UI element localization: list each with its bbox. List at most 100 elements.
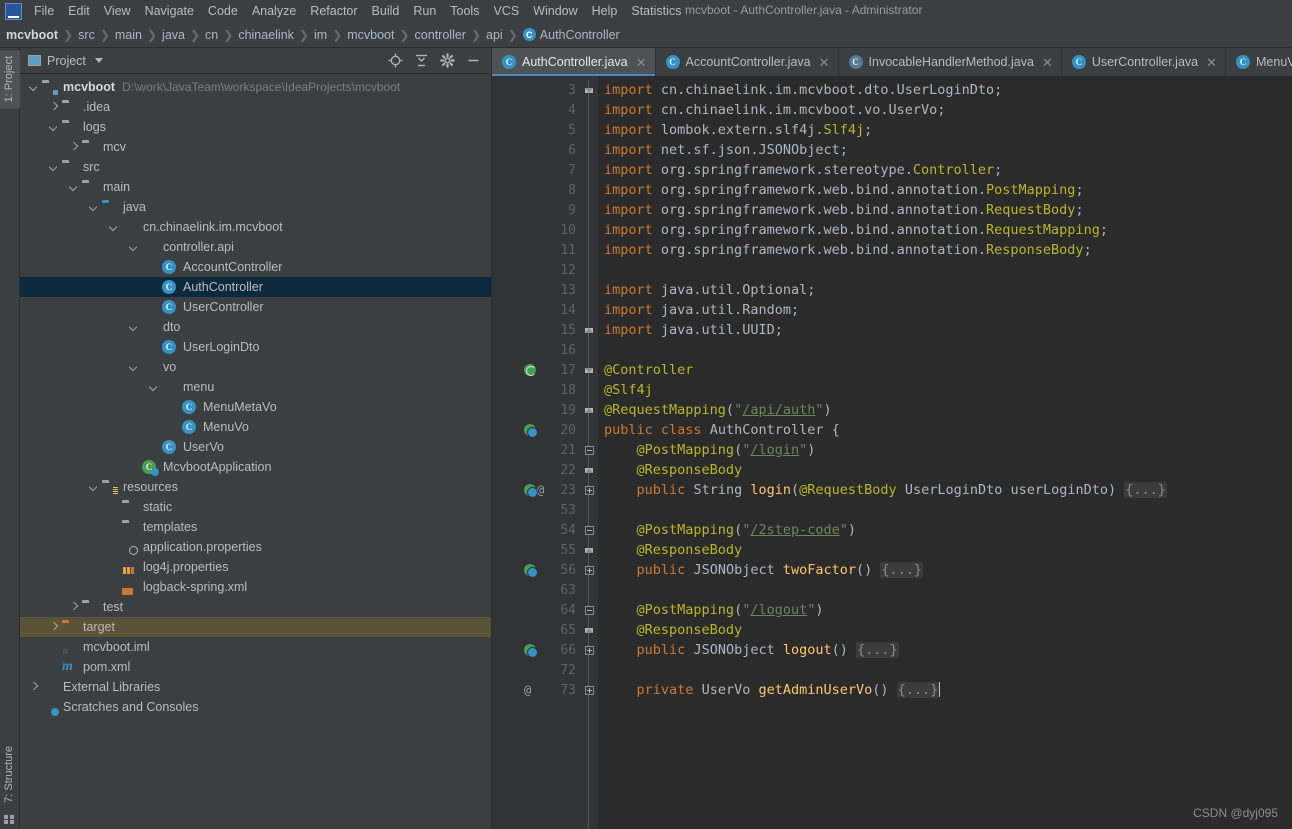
code-line[interactable]: @ResponseBody — [598, 460, 1292, 480]
annotation-gutter-icon[interactable]: @ — [537, 483, 544, 497]
tree-node[interactable]: mpom.xml — [20, 657, 491, 677]
menu-item-analyze[interactable]: Analyze — [245, 2, 303, 20]
tree-node[interactable]: External Libraries — [20, 677, 491, 697]
tree-node[interactable]: .idea — [20, 97, 491, 117]
project-panel-title-group[interactable]: Project — [28, 54, 103, 68]
code-editor[interactable]: 345678910111213141516171819202122@235354… — [492, 76, 1292, 829]
fold-collapse-icon[interactable] — [585, 366, 594, 375]
fold-marker[interactable] — [580, 400, 598, 420]
fold-marker[interactable] — [580, 460, 598, 480]
editor-gutter[interactable]: 345678910111213141516171819202122@235354… — [492, 76, 580, 829]
gutter-line[interactable]: 64 — [492, 600, 580, 620]
breadcrumb-item-src[interactable]: src — [78, 28, 95, 42]
tree-node[interactable]: target — [20, 617, 491, 637]
tree-node[interactable]: test — [20, 597, 491, 617]
chevron-down-icon[interactable] — [128, 361, 140, 373]
code-line[interactable]: import cn.chinaelink.im.mcvboot.vo.UserV… — [598, 100, 1292, 120]
tree-node[interactable]: mcvbootD:\work\JavaTeam\workspace\IdeaPr… — [20, 77, 491, 97]
gutter-line[interactable]: 9 — [492, 200, 580, 220]
chevron-down-icon[interactable] — [88, 481, 100, 493]
tree-node[interactable]: src — [20, 157, 491, 177]
code-line[interactable]: public class AuthController { — [598, 420, 1292, 440]
tree-node[interactable]: CMenuMetaVo — [20, 397, 491, 417]
collapse-all-icon[interactable] — [413, 53, 429, 69]
gutter-line[interactable]: 22 — [492, 460, 580, 480]
tree-node[interactable]: mcv — [20, 137, 491, 157]
chevron-right-icon[interactable] — [68, 141, 80, 153]
tree-node[interactable]: CMcvbootApplication — [20, 457, 491, 477]
gutter-line[interactable]: 5 — [492, 120, 580, 140]
gutter-line[interactable]: 12 — [492, 260, 580, 280]
gear-icon[interactable] — [439, 53, 455, 69]
code-line[interactable]: import cn.chinaelink.im.mcvboot.dto.User… — [598, 80, 1292, 100]
fold-collapse-icon[interactable] — [585, 446, 594, 455]
fold-collapse-icon[interactable] — [585, 606, 594, 615]
editor-tab[interactable]: CAccountController.java✕ — [656, 48, 839, 76]
code-line[interactable]: import java.util.Optional; — [598, 280, 1292, 300]
menu-item-edit[interactable]: Edit — [61, 2, 97, 20]
breadcrumb-item-im[interactable]: im — [314, 28, 327, 42]
menu-item-navigate[interactable]: Navigate — [138, 2, 201, 20]
chevron-down-icon[interactable] — [48, 161, 60, 173]
spring-bean-icon[interactable] — [524, 644, 536, 656]
code-folding-column[interactable] — [580, 76, 598, 829]
fold-marker[interactable] — [580, 320, 598, 340]
chevron-down-icon[interactable] — [68, 181, 80, 193]
tree-node[interactable]: application.properties — [20, 537, 491, 557]
fold-end-icon[interactable] — [585, 326, 594, 335]
spring-config-icon[interactable] — [524, 364, 536, 376]
breadcrumb-item-main[interactable]: main — [115, 28, 142, 42]
tree-node[interactable]: vo — [20, 357, 491, 377]
menu-item-file[interactable]: File — [27, 2, 61, 20]
gutter-line[interactable]: @23 — [492, 480, 580, 500]
code-line[interactable] — [598, 340, 1292, 360]
code-line[interactable]: public JSONObject twoFactor() {...} — [598, 560, 1292, 580]
gutter-line[interactable]: 3 — [492, 80, 580, 100]
code-line[interactable]: public JSONObject logout() {...} — [598, 640, 1292, 660]
breadcrumb-leaf[interactable]: CAuthController — [523, 28, 620, 42]
locate-target-icon[interactable] — [387, 53, 403, 69]
gutter-line[interactable]: 18 — [492, 380, 580, 400]
close-icon[interactable]: ✕ — [634, 56, 647, 69]
menu-item-help[interactable]: Help — [585, 2, 625, 20]
fold-end-icon[interactable] — [585, 546, 594, 555]
gutter-line[interactable]: 19 — [492, 400, 580, 420]
fold-marker[interactable] — [580, 520, 598, 540]
close-icon[interactable]: ✕ — [817, 56, 830, 69]
breadcrumb-item-cn[interactable]: cn — [205, 28, 218, 42]
fold-marker[interactable] — [580, 640, 598, 660]
breadcrumb-item-java[interactable]: java — [162, 28, 185, 42]
tree-node[interactable]: logback-spring.xml — [20, 577, 491, 597]
editor-tab[interactable]: CInvocableHandlerMethod.java✕ — [839, 48, 1062, 76]
code-line[interactable] — [598, 580, 1292, 600]
menu-item-refactor[interactable]: Refactor — [303, 2, 364, 20]
chevron-down-icon[interactable] — [48, 121, 60, 133]
code-line[interactable]: @PostMapping("/2step-code") — [598, 520, 1292, 540]
fold-expand-icon[interactable] — [585, 486, 594, 495]
close-icon[interactable]: ✕ — [1204, 56, 1217, 69]
editor-tab[interactable]: CAuthController.java✕ — [492, 48, 656, 76]
gutter-line[interactable]: 66 — [492, 640, 580, 660]
code-line[interactable]: private UserVo getAdminUserVo() {...} — [598, 680, 1292, 700]
fold-marker[interactable] — [580, 440, 598, 460]
fold-collapse-icon[interactable] — [585, 526, 594, 535]
editor-tab-bar[interactable]: CAuthController.java✕CAccountController.… — [492, 48, 1292, 76]
gutter-line[interactable]: 56 — [492, 560, 580, 580]
gutter-line[interactable]: 21 — [492, 440, 580, 460]
gutter-line[interactable]: 16 — [492, 340, 580, 360]
gutter-line[interactable]: 4 — [492, 100, 580, 120]
breadcrumb-item-api[interactable]: api — [486, 28, 503, 42]
menu-item-tools[interactable]: Tools — [443, 2, 486, 20]
code-line[interactable]: import java.util.Random; — [598, 300, 1292, 320]
code-line[interactable]: @ResponseBody — [598, 620, 1292, 640]
gutter-line[interactable]: @73 — [492, 680, 580, 700]
gutter-line[interactable]: 10 — [492, 220, 580, 240]
tree-node[interactable]: java — [20, 197, 491, 217]
code-line[interactable]: @PostMapping("/login") — [598, 440, 1292, 460]
chevron-right-icon[interactable] — [68, 601, 80, 613]
tree-node[interactable]: CUserVo — [20, 437, 491, 457]
rail-tab-project[interactable]: 1: Project — [0, 50, 20, 108]
tree-node[interactable]: templates — [20, 517, 491, 537]
menu-item-code[interactable]: Code — [201, 2, 245, 20]
chevron-down-icon[interactable] — [128, 241, 140, 253]
